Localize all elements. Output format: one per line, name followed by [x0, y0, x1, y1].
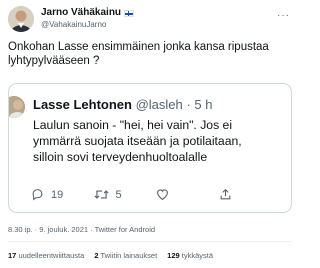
tweet-stats: 17 uudelleentwiittausta 2 Twiitin lainau…	[8, 251, 223, 260]
quoted-text-line: silloin sovi terveydenhuoltoalalle	[33, 150, 208, 164]
author-name[interactable]: Jarno Vähäkainu	[41, 7, 121, 19]
reply-count: 19	[51, 188, 64, 201]
tweet-text: Onkohan Lasse ensimmäinen jonka kansa ri…	[8, 40, 278, 68]
share-icon	[220, 188, 230, 200]
quoted-text-line: ymmärrä suojata itseään ja potilaitaan,	[33, 134, 242, 148]
reply-button[interactable]: 19	[31, 188, 94, 201]
reply-icon	[32, 189, 43, 201]
quoted-text-line: Laulun sanoin - "hei, hei vain". Jos ei	[33, 118, 233, 132]
like-button[interactable]	[156, 188, 219, 201]
quoted-tweet-actions: 19 5	[31, 188, 281, 201]
like-label: tykkäystä	[181, 251, 214, 260]
author-handle[interactable]: @VahakainuJarno	[41, 19, 134, 31]
quote-label: uudelleentwiittausta	[18, 251, 85, 260]
finland-flag-icon	[124, 9, 135, 17]
author-names: Jarno Vähäkainu @VahakainuJarno	[41, 7, 135, 31]
retweet-label: Twiitin lainaukset	[100, 251, 158, 260]
quote-count: 17	[8, 251, 17, 260]
quoted-tweet-header: Lasse Lehtonen @lasleh · 5 h	[33, 97, 212, 112]
retweet-count: 2	[94, 251, 99, 260]
share-button[interactable]	[219, 188, 282, 201]
tweet-text-line: Onkohan Lasse ensimmäinen jonka kansa ri…	[8, 41, 269, 53]
quoted-author-avatar	[9, 96, 25, 118]
quoted-author-name: Lasse Lehtonen	[33, 97, 132, 112]
author-avatar[interactable]	[8, 6, 34, 32]
tweet-header: Jarno Vähäkainu @VahakainuJarno	[8, 4, 135, 34]
tweet-card: Jarno Vähäkainu @VahakainuJarno ··· Onko…	[0, 0, 300, 268]
quoted-tweet-time: 5 h	[194, 97, 213, 112]
quote-stat[interactable]: 17 uudelleentwiittausta	[8, 251, 84, 260]
tweet-metadata[interactable]: 8.30 ip. · 9. jouluk. 2021 · Twitter for…	[8, 225, 155, 234]
like-count: 129	[167, 251, 180, 260]
more-options-icon[interactable]: ···	[277, 10, 290, 21]
separator: ·	[186, 97, 191, 112]
quoted-tweet-text: Laulun sanoin - "hei, hei vain". Jos ei …	[33, 117, 291, 165]
retweet-icon	[93, 190, 109, 199]
retweet-count: 5	[115, 188, 122, 201]
quoted-author-handle: @lasleh	[135, 97, 183, 112]
quoted-tweet[interactable]: Lasse Lehtonen @lasleh · 5 h Laulun sano…	[8, 83, 292, 213]
retweet-button[interactable]: 5	[93, 188, 157, 201]
like-stat[interactable]: 129 tykkäystä	[167, 251, 213, 260]
divider	[8, 241, 292, 242]
retweet-stat[interactable]: 2 Twiitin lainaukset	[94, 251, 157, 260]
tweet-text-line: lyhtypylvääseen ?	[8, 55, 100, 67]
heart-icon	[157, 189, 168, 201]
